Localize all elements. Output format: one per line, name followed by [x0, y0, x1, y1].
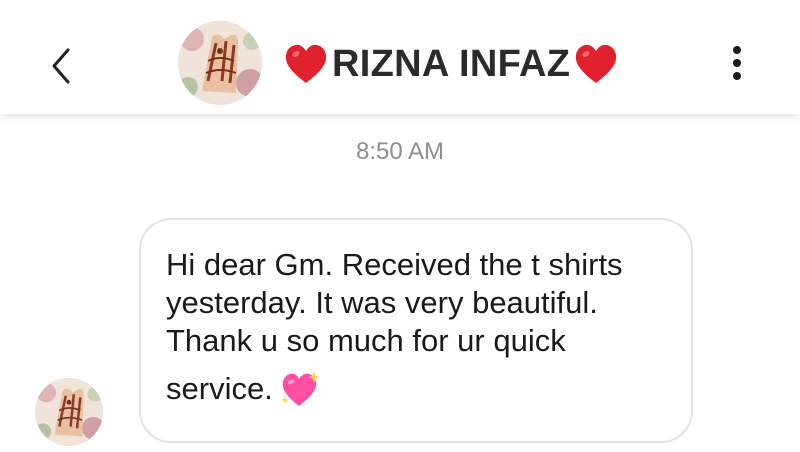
henna-hands-avatar-image — [35, 378, 103, 446]
henna-hands-avatar-image — [178, 21, 262, 105]
chevron-left-icon — [52, 48, 70, 84]
back-button[interactable] — [44, 44, 80, 88]
more-vertical-icon — [726, 46, 748, 80]
message-text-end: service. — [166, 371, 273, 406]
contact-title[interactable]: RIZNA INFAZ — [284, 40, 618, 88]
chat-header: RIZNA INFAZ — [0, 0, 800, 114]
more-options-button[interactable] — [726, 46, 748, 86]
red-heart-icon — [285, 44, 327, 83]
contact-avatar[interactable] — [178, 21, 262, 105]
message-timestamp: 8:50 AM — [355, 138, 445, 165]
chat-screen: RIZNA INFAZ 8:50 AM Hi dear Gm. Received… — [0, 0, 800, 452]
sender-avatar[interactable] — [35, 378, 103, 446]
sparkling-heart-icon — [280, 371, 320, 406]
message-bubble[interactable]: Hi dear Gm. Received the t shirts yester… — [139, 218, 693, 443]
contact-name: RIZNA INFAZ — [332, 42, 571, 85]
red-heart-icon — [576, 44, 617, 83]
message-last-line: service. — [166, 370, 667, 408]
message-text: Hi dear Gm. Received the t shirts yester… — [166, 247, 623, 358]
